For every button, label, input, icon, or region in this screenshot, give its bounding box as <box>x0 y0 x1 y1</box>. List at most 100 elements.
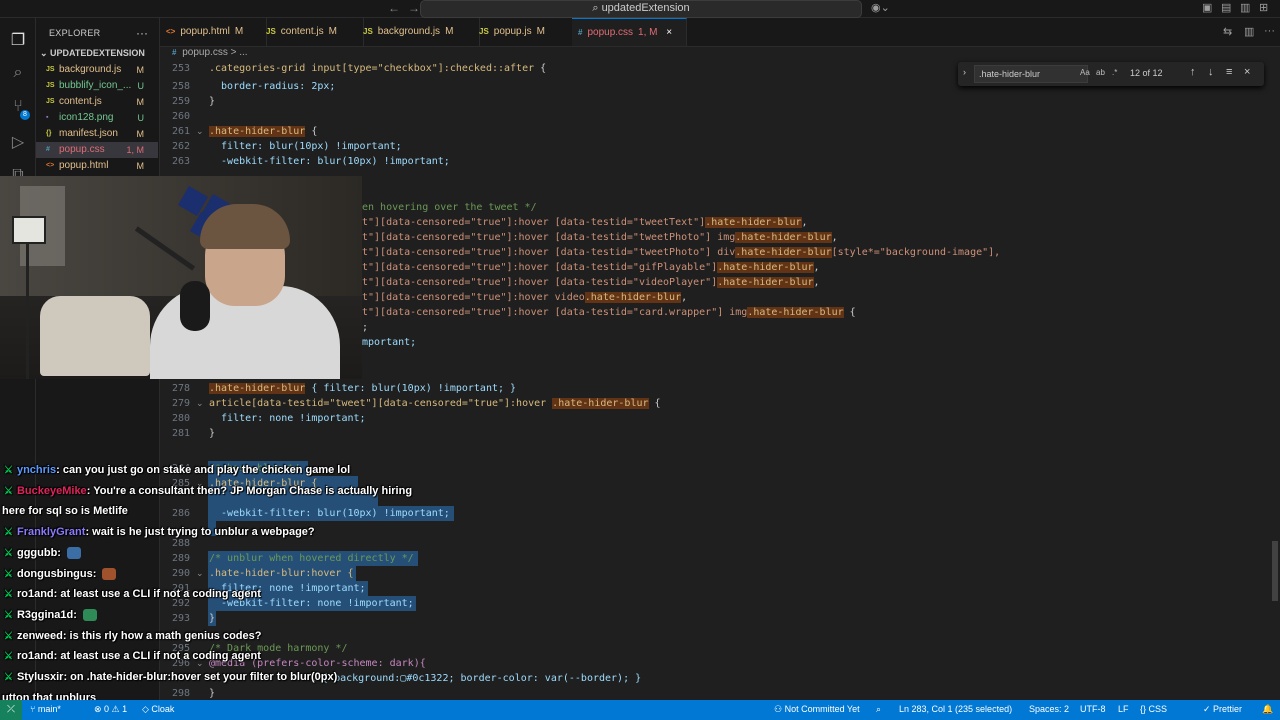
git-blame-status[interactable]: ⚇ Not Committed Yet <box>774 704 860 715</box>
js-file-icon: JS <box>479 27 489 36</box>
code-line: .hate-hider-blur { <box>209 126 318 137</box>
tab-background-js[interactable]: JS background.js M <box>357 18 480 46</box>
tab-content-js[interactable]: JS content.js M <box>260 18 364 46</box>
chat-username: BuckeyeMike <box>16 484 87 497</box>
editor-scrollbar[interactable] <box>1270 61 1280 700</box>
chat-text: : at least use a CLI if not a coding age… <box>53 588 261 601</box>
moderator-badge-icon: ⚔ <box>4 609 13 621</box>
previous-match-icon[interactable]: ↑ <box>1190 66 1196 78</box>
fold-chevron-icon[interactable]: ⌄ <box>196 124 204 139</box>
chat-text: : wait is he just trying to unblur a web… <box>85 526 315 539</box>
chat-text: : is this rly how a math genius codes? <box>62 629 262 642</box>
code-line: ; <box>362 322 369 333</box>
breadcrumb-more[interactable]: > ... <box>231 47 248 58</box>
file-name: manifest.json <box>59 128 118 139</box>
branch-status[interactable]: ⑂ main* <box>30 704 61 714</box>
scrollbar-thumb[interactable] <box>1272 541 1278 601</box>
cursor-position[interactable]: Ln 283, Col 1 (235 selected) <box>899 704 1012 714</box>
fold-chevron-icon[interactable]: ⌄ <box>196 396 204 411</box>
file-item[interactable]: ▪ icon128.png U <box>36 110 158 126</box>
split-editor-icon[interactable]: ▥ <box>1244 25 1254 38</box>
back-arrow-icon[interactable]: ← <box>388 1 400 15</box>
code-line: filter: none !important; <box>209 413 366 424</box>
code-line: t"][data-censored="true"]:hover [data-te… <box>362 232 838 243</box>
moderator-badge-icon: ⚔ <box>4 672 13 683</box>
layout-icon[interactable]: ⊞ <box>1259 1 1268 14</box>
toggle-panel-icon[interactable]: ▤ <box>1221 1 1231 14</box>
chat-message: here for sql so is Metlife <box>2 505 128 517</box>
problems-status[interactable]: ⊗ 0 ⚠ 1 <box>94 704 127 715</box>
match-word-icon[interactable]: ab <box>1096 68 1105 77</box>
explorer-icon[interactable]: ❐ <box>8 30 28 50</box>
chat-emote-icon <box>82 608 97 621</box>
more-actions-icon[interactable]: ··· <box>136 26 148 40</box>
html-file-icon: <> <box>166 27 176 36</box>
chat-text: : can you just go on stake and play the … <box>56 464 351 476</box>
file-git-status: U <box>137 81 145 91</box>
command-center-label: updatedExtension <box>601 2 690 14</box>
forward-arrow-icon[interactable]: → <box>408 1 420 15</box>
file-git-status: M <box>136 129 145 139</box>
tab-popup-css[interactable]: # popup.css 1, M × <box>572 18 687 46</box>
tab-popup-html[interactable]: <> popup.html M <box>160 18 267 46</box>
line-number: 263 <box>171 156 190 167</box>
more-actions-icon[interactable]: ··· <box>1264 25 1275 37</box>
toggle-replace-icon[interactable]: › <box>963 67 966 77</box>
tab-label: background.js <box>377 26 441 37</box>
toggle-secondary-sidebar-icon[interactable]: ▥ <box>1240 1 1250 14</box>
file-item[interactable]: JS content.js M <box>36 94 158 110</box>
code-line: filter: blur(10px) !important; <box>209 141 402 152</box>
line-number: 260 <box>171 111 190 122</box>
encoding-status[interactable]: UTF-8 <box>1080 704 1106 714</box>
file-item[interactable]: {} manifest.json M <box>36 126 158 142</box>
moderator-badge-icon: ⚔ <box>4 568 13 580</box>
tab-status: M <box>328 26 337 37</box>
title-bar: ← → ⌕ updatedExtension ◉⌄ ▣ ▤ ▥ ⊞ <box>0 0 1280 18</box>
run-debug-icon[interactable]: ▷ <box>8 132 28 152</box>
workspace-folder[interactable]: ⌄ UPDATEDEXTENSION <box>40 48 145 59</box>
notifications-icon[interactable]: 🔔 <box>1262 704 1273 715</box>
regex-icon[interactable]: .* <box>1112 68 1117 77</box>
line-number: 259 <box>171 96 190 107</box>
prettier-status[interactable]: ✓ Prettier <box>1203 704 1242 715</box>
tab-popup-js[interactable]: JS popup.js M <box>473 18 579 46</box>
indentation-status[interactable]: Spaces: 2 <box>1029 704 1069 714</box>
tab-status: 1, M <box>638 27 658 38</box>
code-line: } <box>209 428 216 439</box>
cloak-status[interactable]: ◇ Cloak <box>142 704 174 715</box>
zoom-icon[interactable]: ⌕ <box>876 704 881 715</box>
close-tab-icon[interactable]: × <box>664 27 672 38</box>
file-item[interactable]: JS bubblify_icon_... U <box>36 78 158 94</box>
chat-username: zenweed <box>16 629 63 642</box>
find-in-selection-icon[interactable]: ≡ <box>1226 66 1232 78</box>
eol-status[interactable]: LF <box>1118 704 1129 714</box>
line-number: 258 <box>171 81 190 92</box>
next-match-icon[interactable]: ↓ <box>1208 66 1214 78</box>
file-item[interactable]: <> popup.html M <box>36 158 158 174</box>
compare-icon[interactable]: ⇆ <box>1223 25 1232 38</box>
copilot-icon[interactable]: ◉⌄ <box>871 1 890 14</box>
webcam-overlay <box>0 176 362 379</box>
file-item[interactable]: # popup.css 1, M <box>36 142 158 158</box>
language-status[interactable]: {} CSS <box>1140 704 1167 714</box>
chat-username: ro1and <box>16 650 54 663</box>
person-icon: ⚇ <box>774 704 785 714</box>
tab-status: M <box>536 26 545 37</box>
file-git-status: U <box>137 113 145 123</box>
match-case-icon[interactable]: Aa <box>1080 68 1090 77</box>
find-widget: › .hate-hider-blur Aa ab .* 12 of 12 ↑ ↓… <box>958 62 1264 86</box>
toggle-sidebar-icon[interactable]: ▣ <box>1202 1 1212 14</box>
search-icon[interactable]: ⌕ <box>8 64 28 84</box>
line-number: 253 <box>171 63 190 74</box>
chat-message: ⚔ zenweed: is this rly how a math genius … <box>4 630 261 642</box>
remote-indicator-icon[interactable]: ⤫ <box>0 700 22 720</box>
breadcrumb: # popup.css > ... <box>172 47 248 61</box>
breadcrumb-file[interactable]: popup.css <box>182 47 228 58</box>
command-center[interactable]: ⌕ updatedExtension <box>420 0 862 18</box>
chat-message: ⚔ R3ggina1d: <box>4 609 97 621</box>
file-item[interactable]: JS background.js M <box>36 62 158 78</box>
code-line: article[data-testid="tweet"][data-censor… <box>209 398 661 409</box>
close-icon[interactable]: × <box>1244 66 1250 78</box>
js-file-icon: JS <box>46 66 55 73</box>
find-input[interactable]: .hate-hider-blur <box>974 65 1088 83</box>
